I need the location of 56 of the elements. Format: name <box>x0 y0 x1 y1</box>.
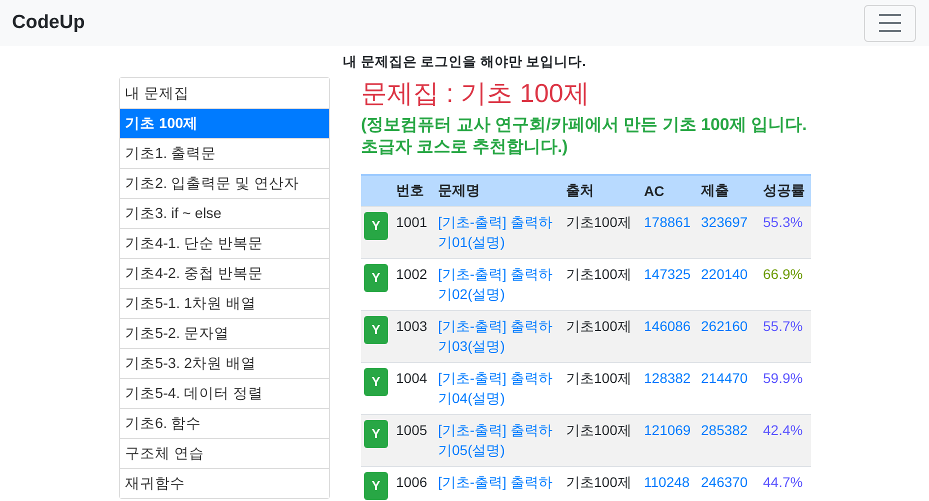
table-cell: 기초100제 <box>563 466 641 501</box>
problem-link[interactable]: [기초-출력] 출력하기05(설명) <box>438 420 560 460</box>
sidebar-item[interactable]: 기초 100제 <box>120 108 329 138</box>
table-cell: 121069 <box>641 414 698 466</box>
table-cell: 178861 <box>641 206 698 258</box>
table-cell: 262160 <box>698 310 760 362</box>
menu-icon <box>878 13 902 33</box>
brand-logo[interactable]: CodeUp <box>12 12 85 34</box>
column-header: 출처 <box>563 175 641 206</box>
table-cell: 기초100제 <box>563 206 641 258</box>
status-badge: Y <box>364 264 388 292</box>
login-notice: 내 문제집은 로그인을 해야만 보입니다. <box>342 53 587 71</box>
table-cell: 128382 <box>641 362 698 414</box>
table-cell: 1005 <box>393 414 435 466</box>
problem-link[interactable]: [기초-출력] 출력하 <box>438 472 560 492</box>
problem-link[interactable]: [기초-출력] 출력하기02(설명) <box>438 264 560 304</box>
table-cell: 44.7% <box>760 466 811 501</box>
table-cell: 1004 <box>393 362 435 414</box>
table-cell: 285382 <box>698 414 760 466</box>
problem-link[interactable]: [기초-출력] 출력하기03(설명) <box>438 316 560 356</box>
status-badge: Y <box>364 368 388 396</box>
table-cell: 1006 <box>393 466 435 501</box>
description: (정보컴퓨터 교사 연구회/카페에서 만든 기초 100제 입니다. 초급자 코스로 추천합니다.) <box>361 114 808 158</box>
status-badge: Y <box>364 316 388 344</box>
page-title: 문제집 : 기초 100제 <box>361 77 590 109</box>
problem-link[interactable]: [기초-출력] 출력하기04(설명) <box>438 368 560 408</box>
table-cell: 55.3% <box>760 206 811 258</box>
table-cell: 기초100제 <box>563 414 641 466</box>
status-badge: Y <box>364 420 388 448</box>
table-cell: 110248 <box>641 466 698 501</box>
table-cell: 1003 <box>393 310 435 362</box>
problem-link[interactable]: [기초-출력] 출력하기01(설명) <box>438 212 560 252</box>
table-cell: 147325 <box>641 258 698 310</box>
table-cell: 55.7% <box>760 310 811 362</box>
table-cell: 기초100제 <box>563 258 641 310</box>
menu-button[interactable] <box>864 4 916 42</box>
table-cell: 146086 <box>641 310 698 362</box>
table-cell: 1001 <box>393 206 435 258</box>
table-cell: 59.9% <box>760 362 811 414</box>
column-header: 번호 <box>393 175 435 206</box>
table-cell: 66.9% <box>760 258 811 310</box>
column-header: AC <box>641 175 698 206</box>
table-cell: 1002 <box>393 258 435 310</box>
table-cell: 246370 <box>698 466 760 501</box>
status-badge: Y <box>364 212 388 240</box>
table-cell: 214470 <box>698 362 760 414</box>
table-cell: 기초100제 <box>563 310 641 362</box>
column-header: 제출 <box>698 175 760 206</box>
table-cell: 42.4% <box>760 414 811 466</box>
column-header: 성공률 <box>760 175 811 206</box>
table-cell: 220140 <box>698 258 760 310</box>
table-cell: 기초100제 <box>563 362 641 414</box>
column-header: 문제명 <box>435 175 563 206</box>
status-badge: Y <box>364 472 388 500</box>
table-cell: 323697 <box>698 206 760 258</box>
sidebar-item[interactable]: 재귀함수 <box>120 468 329 498</box>
